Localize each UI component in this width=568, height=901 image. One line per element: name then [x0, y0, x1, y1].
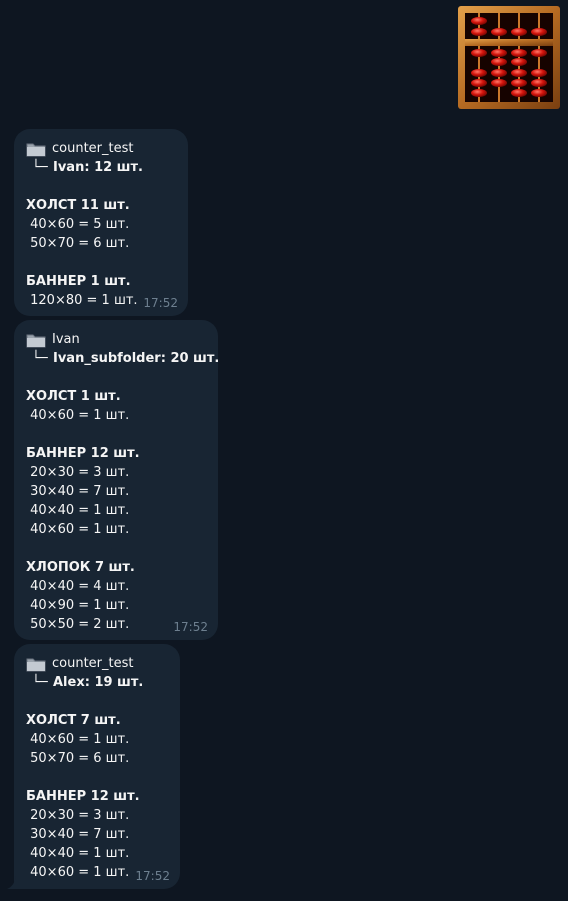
size-value: 40×40 = 1 шт.: [30, 503, 130, 518]
group-title: ХЛОПОК 7 шт.: [26, 560, 135, 575]
folder-row: counter_test: [26, 654, 168, 673]
folder-row: Ivan: [26, 330, 206, 349]
size-row: 20×30 = 3 шт.: [26, 463, 206, 482]
size-row: 30×40 = 7 шт.: [26, 482, 206, 501]
folder-row: counter_test: [26, 139, 176, 158]
folder-name: counter_test: [52, 141, 134, 156]
message-bubble[interactable]: counter_test └─ Ivan: 12 шт. ХОЛСТ 11 шт.…: [14, 129, 188, 316]
size-row: 40×40 = 4 шт.: [26, 577, 206, 596]
group-title: ХОЛСТ 11 шт.: [26, 198, 130, 213]
group-title: БАННЕР 12 шт.: [26, 446, 140, 461]
size-value: 120×80 = 1 шт.: [30, 293, 138, 308]
size-value: 40×90 = 1 шт.: [30, 598, 130, 613]
subfolder-count: Ivan: 12 шт.: [53, 160, 143, 175]
group-title: ХОЛСТ 7 шт.: [26, 713, 121, 728]
size-row: 20×30 = 3 шт.: [26, 806, 168, 825]
subfolder-line: └─ Ivan_subfolder: 20 шт.: [26, 349, 219, 368]
message-time: 17:52: [173, 620, 208, 634]
tree-branch-icon: └─: [32, 351, 48, 366]
folder-name: counter_test: [52, 656, 134, 671]
size-value: 30×40 = 7 шт.: [30, 827, 130, 842]
message-time: 17:52: [135, 869, 170, 883]
size-value: 20×30 = 3 шт.: [30, 808, 130, 823]
size-row: 40×60 = 1 шт.: [26, 406, 206, 425]
size-row: 40×60 = 5 шт.: [26, 215, 176, 234]
size-row: 40×60 = 1 шт.: [26, 730, 168, 749]
size-value: 50×70 = 6 шт.: [30, 751, 130, 766]
subfolder-line: └─ Ivan: 12 шт.: [26, 158, 176, 177]
folder-name: Ivan: [52, 332, 80, 347]
folder-icon: [26, 658, 46, 671]
size-value: 40×40 = 1 шт.: [30, 846, 130, 861]
message-time: 17:52: [143, 296, 178, 310]
tree-branch-icon: └─: [32, 675, 48, 690]
group-title: ХОЛСТ 1 шт.: [26, 389, 121, 404]
size-value: 40×60 = 1 шт.: [30, 865, 130, 880]
subfolder-count: Ivan_subfolder: 20 шт.: [53, 351, 220, 366]
message-bubble[interactable]: Ivan └─ Ivan_subfolder: 20 шт. ХОЛСТ 1 шт…: [14, 320, 219, 640]
size-value: 50×50 = 2 шт.: [30, 617, 130, 632]
bubble-tail: [7, 875, 19, 889]
size-value: 20×30 = 3 шт.: [30, 465, 130, 480]
subfolder-count: Alex: 19 шт.: [53, 675, 144, 690]
size-value: 40×60 = 1 шт.: [30, 408, 130, 423]
message-bubble[interactable]: counter_test └─ Alex: 19 шт. ХОЛСТ 7 шт. …: [7, 644, 180, 889]
chat-area: counter_test └─ Ivan: 12 шт. ХОЛСТ 11 шт.…: [0, 0, 568, 901]
group-title: БАННЕР 12 шт.: [26, 789, 140, 804]
size-row: 40×60 = 1 шт.: [26, 520, 206, 539]
folder-icon: [26, 334, 46, 347]
size-row: 40×90 = 1 шт.: [26, 596, 206, 615]
size-row: 50×70 = 6 шт.: [26, 234, 176, 253]
size-row: 40×40 = 1 шт.: [26, 844, 168, 863]
size-value: 40×40 = 4 шт.: [30, 579, 130, 594]
folder-icon: [26, 143, 46, 156]
size-value: 50×70 = 6 шт.: [30, 236, 130, 251]
size-row: 50×70 = 6 шт.: [26, 749, 168, 768]
group-title: БАННЕР 1 шт.: [26, 274, 131, 289]
subfolder-line: └─ Alex: 19 шт.: [26, 673, 168, 692]
size-value: 30×40 = 7 шт.: [30, 484, 130, 499]
size-row: 40×40 = 1 шт.: [26, 501, 206, 520]
tree-branch-icon: └─: [32, 160, 48, 175]
abacus-icon[interactable]: [458, 6, 560, 109]
size-value: 40×60 = 1 шт.: [30, 522, 130, 537]
size-row: 30×40 = 7 шт.: [26, 825, 168, 844]
size-value: 40×60 = 5 шт.: [30, 217, 130, 232]
size-value: 40×60 = 1 шт.: [30, 732, 130, 747]
